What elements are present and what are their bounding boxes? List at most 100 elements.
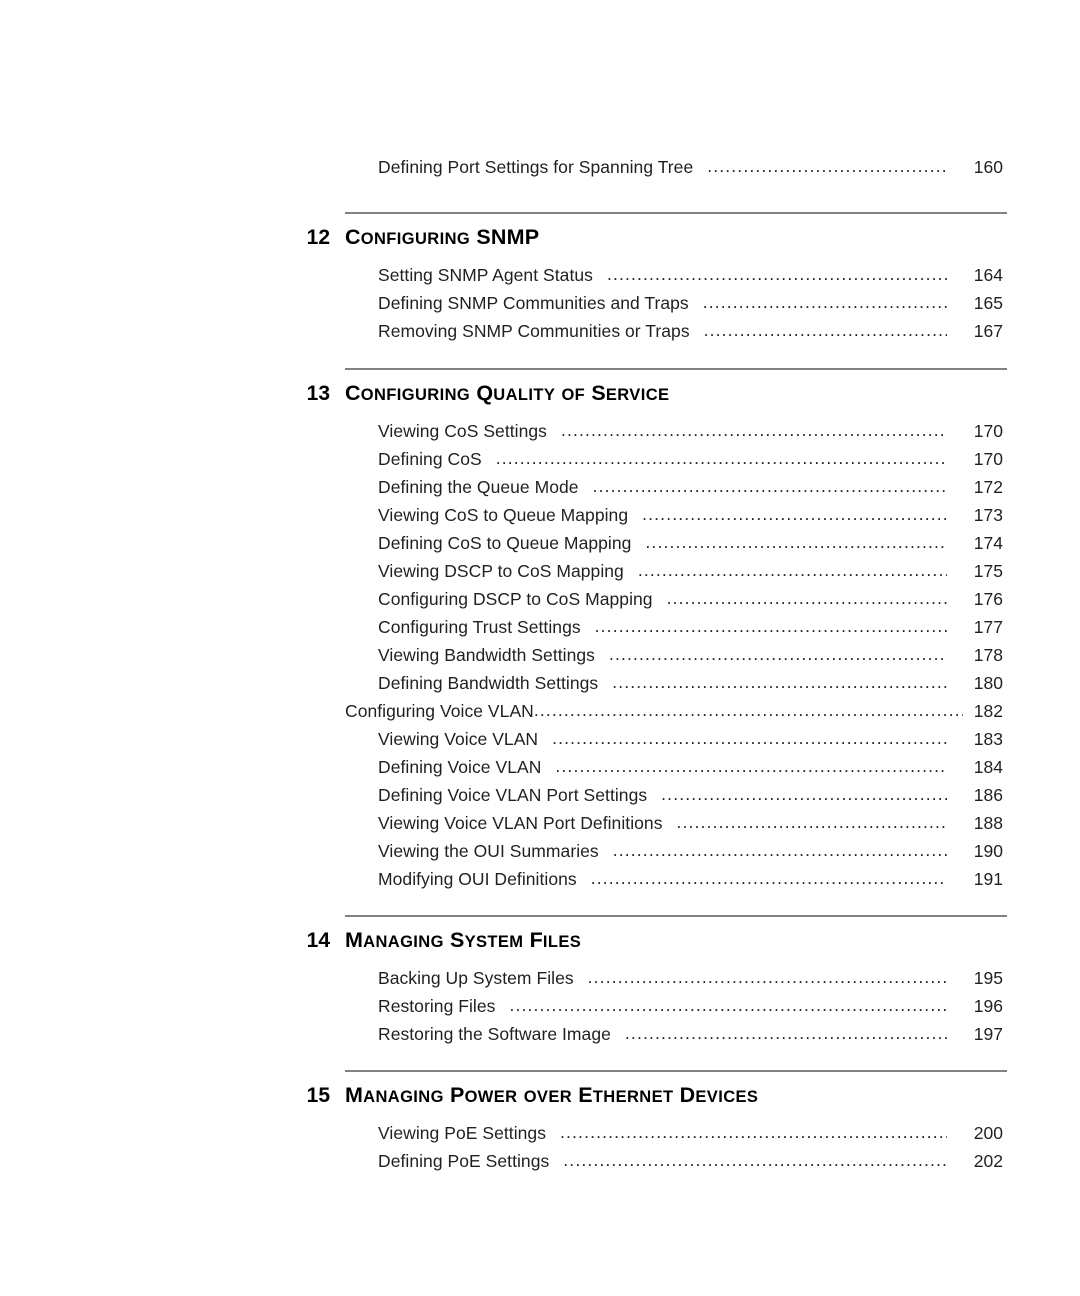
dot-leader [509, 991, 947, 1019]
toc-entry[interactable]: Viewing Voice VLAN 183 [378, 725, 1003, 753]
dot-leader [534, 696, 963, 724]
toc-entry[interactable]: Restoring the Software Image 197 [378, 1020, 1003, 1048]
toc-entry-label: Defining CoS [378, 449, 482, 469]
chapter-block-12: 12 CONFIGURING SNMP Setting SNMP Agent S… [0, 212, 1080, 345]
toc-entry-page: 191 [973, 869, 1003, 889]
toc-entry-label: Viewing Voice VLAN [378, 729, 539, 749]
toc-entry[interactable]: Viewing PoE Settings 200 [378, 1119, 1003, 1147]
toc-entry-page: 180 [973, 673, 1003, 693]
toc-entry[interactable]: Viewing Bandwidth Settings 178 [378, 641, 1003, 669]
dot-leader [591, 864, 947, 892]
dot-leader [496, 444, 947, 472]
toc-entry-label: Viewing Bandwidth Settings [378, 645, 595, 665]
chapter-rule [345, 915, 1007, 917]
toc-entry-page: 182 [973, 701, 1003, 721]
toc-entry-label: Viewing PoE Settings [378, 1123, 547, 1143]
toc-entry[interactable]: Defining Port Settings for Spanning Tree… [378, 153, 1003, 181]
chapter-heading-12[interactable]: 12 CONFIGURING SNMP [288, 212, 1007, 250]
toc-entry-page: 173 [973, 505, 1003, 525]
toc-entry[interactable]: Backing Up System Files 195 [378, 964, 1003, 992]
orphan-entries: Defining Port Settings for Spanning Tree… [0, 153, 1080, 181]
toc-entry[interactable]: Defining Voice VLAN 184 [378, 753, 1003, 781]
toc-entry[interactable]: Defining Voice VLAN Port Settings 186 [378, 781, 1003, 809]
toc-entry[interactable]: Viewing CoS Settings 170 [378, 417, 1003, 445]
toc-entry-page: 195 [973, 968, 1003, 988]
toc-entry-label: Defining Bandwidth Settings [378, 673, 599, 693]
chapter-number: 13 [306, 382, 330, 405]
toc-entry[interactable]: Defining SNMP Communities and Traps 165 [378, 289, 1003, 317]
dot-leader [560, 1118, 947, 1146]
toc-entry-label: Defining PoE Settings [378, 1151, 550, 1171]
toc-entry-label: Defining Voice VLAN Port Settings [378, 785, 648, 805]
toc-entry[interactable]: Defining CoS 170 [378, 445, 1003, 473]
chapter-block-14: 14 MANAGING SYSTEM FILES Backing Up Syst… [0, 915, 1080, 1048]
toc-entry-page: 176 [973, 589, 1003, 609]
chapter-entries-14: Backing Up System Files 195 Restoring Fi… [0, 964, 1080, 1048]
toc-entry-label: Restoring Files [378, 996, 496, 1016]
toc-entry[interactable]: Viewing Voice VLAN Port Definitions 188 [378, 809, 1003, 837]
toc-entry[interactable]: Removing SNMP Communities or Traps 167 [378, 317, 1003, 345]
toc-entry-page: 190 [973, 841, 1003, 861]
chapter-number: 15 [306, 1084, 330, 1107]
dot-leader [588, 963, 947, 991]
chapter-title: MANAGING POWER OVER ETHERNET DEVICES [345, 1083, 759, 1107]
dot-leader [661, 780, 947, 808]
chapter-rule [345, 1070, 1007, 1072]
toc-entry-label: Configuring Trust Settings [378, 617, 581, 637]
dot-leader [555, 752, 947, 780]
toc-entry[interactable]: Defining Bandwidth Settings 180 [378, 669, 1003, 697]
chapter-rule [345, 368, 1007, 370]
toc-entry[interactable]: Setting SNMP Agent Status 164 [378, 261, 1003, 289]
toc-entry-label: Backing Up System Files [378, 968, 574, 988]
chapter-heading-13[interactable]: 13 CONFIGURING QUALITY OF SERVICE [288, 368, 1007, 406]
chapter-number: 14 [306, 929, 330, 952]
dot-leader [563, 1146, 947, 1174]
toc-entry-label: Defining CoS to Queue Mapping [378, 533, 632, 553]
toc-entry-page: 175 [973, 561, 1003, 581]
toc-entry[interactable]: Configuring Trust Settings 177 [378, 613, 1003, 641]
chapter-heading-14[interactable]: 14 MANAGING SYSTEM FILES [288, 915, 1007, 953]
toc-entry-page: 170 [973, 421, 1003, 441]
toc-entry[interactable]: Viewing CoS to Queue Mapping 173 [378, 501, 1003, 529]
chapter-entries-15: Viewing PoE Settings 200 Defining PoE Se… [0, 1119, 1080, 1175]
toc-entry-page: 188 [973, 813, 1003, 833]
toc-entry-page: 196 [973, 996, 1003, 1016]
toc-entry-label: Defining SNMP Communities and Traps [378, 293, 689, 313]
toc-entry-page: 172 [973, 477, 1003, 497]
dot-leader [593, 472, 947, 500]
toc-entry[interactable]: Restoring Files 196 [378, 992, 1003, 1020]
dot-leader [607, 260, 947, 288]
toc-entry-label: Restoring the Software Image [378, 1024, 611, 1044]
toc-entry-label: Modifying OUI Definitions [378, 869, 577, 889]
dot-leader [704, 316, 947, 344]
dot-leader [677, 808, 948, 836]
dot-leader [642, 500, 947, 528]
toc-entry[interactable]: Viewing the OUI Summaries 190 [378, 837, 1003, 865]
toc-section-entry[interactable]: Configuring Voice VLAN 182 [345, 697, 1003, 725]
toc-entry[interactable]: Configuring DSCP to CoS Mapping 176 [378, 585, 1003, 613]
toc-entry-page: 165 [973, 293, 1003, 313]
dot-leader [561, 416, 947, 444]
toc-entry-page: 197 [973, 1024, 1003, 1044]
toc-entry[interactable]: Defining CoS to Queue Mapping 174 [378, 529, 1003, 557]
toc-entry-page: 174 [973, 533, 1003, 553]
toc-entry[interactable]: Modifying OUI Definitions 191 [378, 865, 1003, 893]
dot-leader [595, 612, 947, 640]
toc-entry-page: 200 [973, 1123, 1003, 1143]
chapter-rule [345, 212, 1007, 214]
toc-entry[interactable]: Viewing DSCP to CoS Mapping 175 [378, 557, 1003, 585]
toc-entry-label: Configuring DSCP to CoS Mapping [378, 589, 653, 609]
toc-entry[interactable]: Defining the Queue Mode 172 [378, 473, 1003, 501]
dot-leader [638, 556, 947, 584]
dot-leader [667, 584, 947, 612]
chapter-heading-15[interactable]: 15 MANAGING POWER OVER ETHERNET DEVICES [288, 1070, 1007, 1108]
toc-entry[interactable]: Defining PoE Settings 202 [378, 1147, 1003, 1175]
dot-leader [609, 640, 947, 668]
toc-entry-page: 164 [973, 265, 1003, 285]
chapter-block-13: 13 CONFIGURING QUALITY OF SERVICE Viewin… [0, 368, 1080, 893]
dot-leader [703, 288, 947, 316]
dot-leader [613, 836, 947, 864]
toc-entry-label: Viewing CoS to Queue Mapping [378, 505, 629, 525]
dot-leader [625, 1019, 947, 1047]
toc-entry-label: Defining Port Settings for Spanning Tree [378, 157, 694, 177]
